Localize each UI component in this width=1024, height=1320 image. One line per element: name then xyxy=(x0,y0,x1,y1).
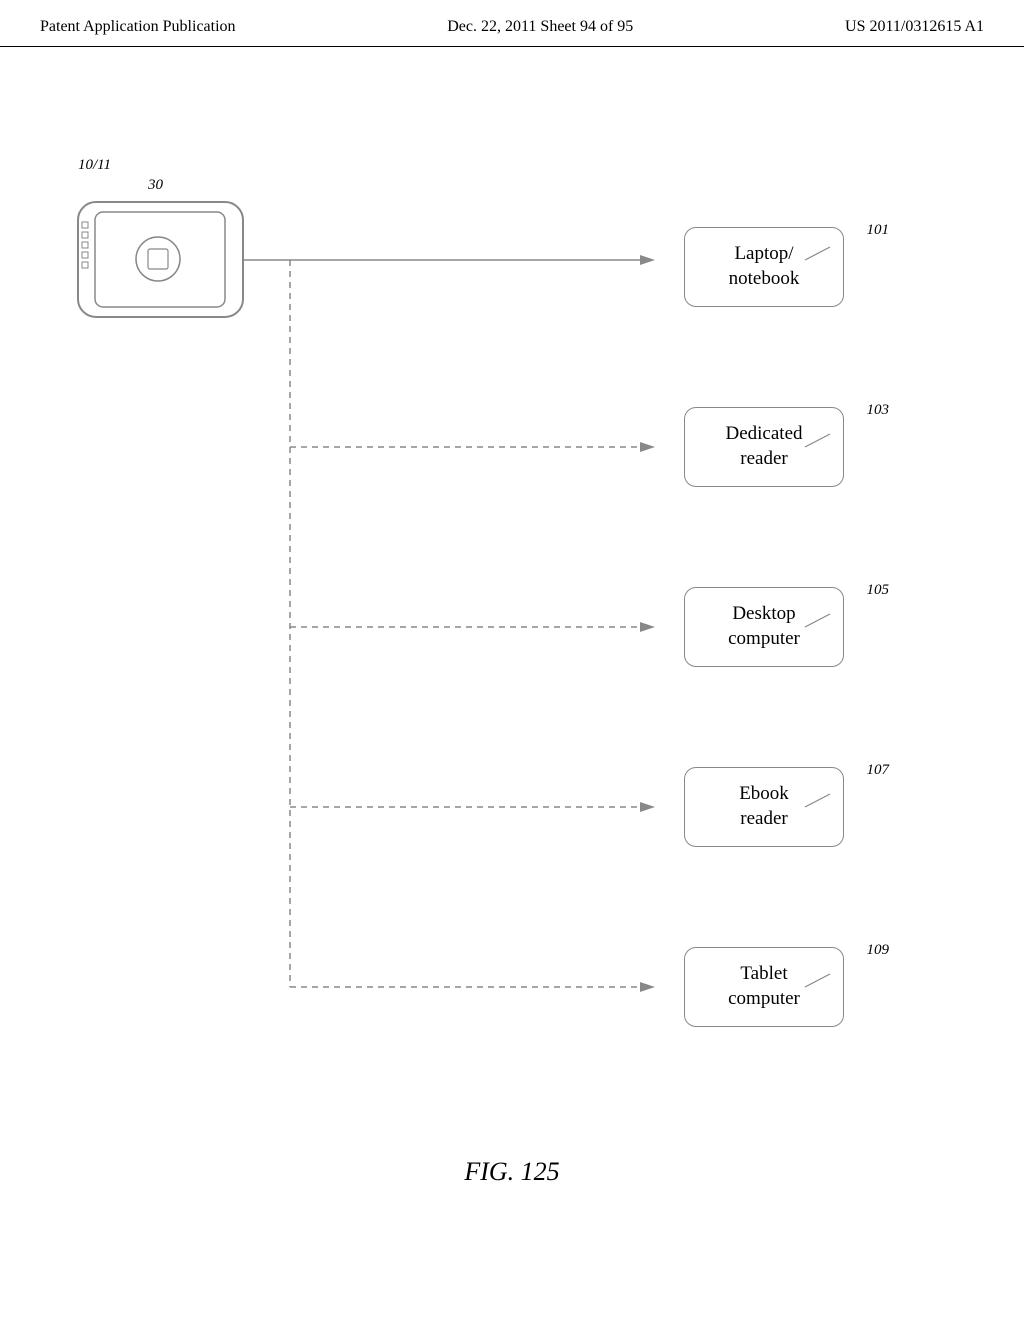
device-label-sub: 30 xyxy=(148,177,163,194)
ref-109: 109 xyxy=(867,942,890,959)
header-left: Patent Application Publication xyxy=(40,18,236,36)
ref-107: 107 xyxy=(867,762,890,779)
node-tablet: Tabletcomputer xyxy=(684,947,844,1027)
header-center: Dec. 22, 2011 Sheet 94 of 95 xyxy=(447,18,633,36)
diagram-area: 10/11 30 Laptop/notebook Dedicatedreader… xyxy=(0,47,1024,1247)
node-laptop: Laptop/notebook xyxy=(684,227,844,307)
fig-caption: FIG. 125 xyxy=(464,1157,559,1187)
node-desktop: Desktopcomputer xyxy=(684,587,844,667)
header-right: US 2011/0312615 A1 xyxy=(845,18,984,36)
node-dedicated-reader: Dedicatedreader xyxy=(684,407,844,487)
page-header: Patent Application Publication Dec. 22, … xyxy=(0,0,1024,47)
ref-103: 103 xyxy=(867,402,890,419)
node-ebook: Ebookreader xyxy=(684,767,844,847)
ref-105: 105 xyxy=(867,582,890,599)
device-label-main: 10/11 xyxy=(78,157,111,174)
node-tablet-label: Tabletcomputer xyxy=(728,962,800,1011)
node-desktop-label: Desktopcomputer xyxy=(728,602,800,651)
ref-101: 101 xyxy=(867,222,890,239)
node-ebook-label: Ebookreader xyxy=(739,782,789,831)
node-laptop-label: Laptop/notebook xyxy=(729,242,800,291)
node-dedicated-reader-label: Dedicatedreader xyxy=(725,422,802,471)
